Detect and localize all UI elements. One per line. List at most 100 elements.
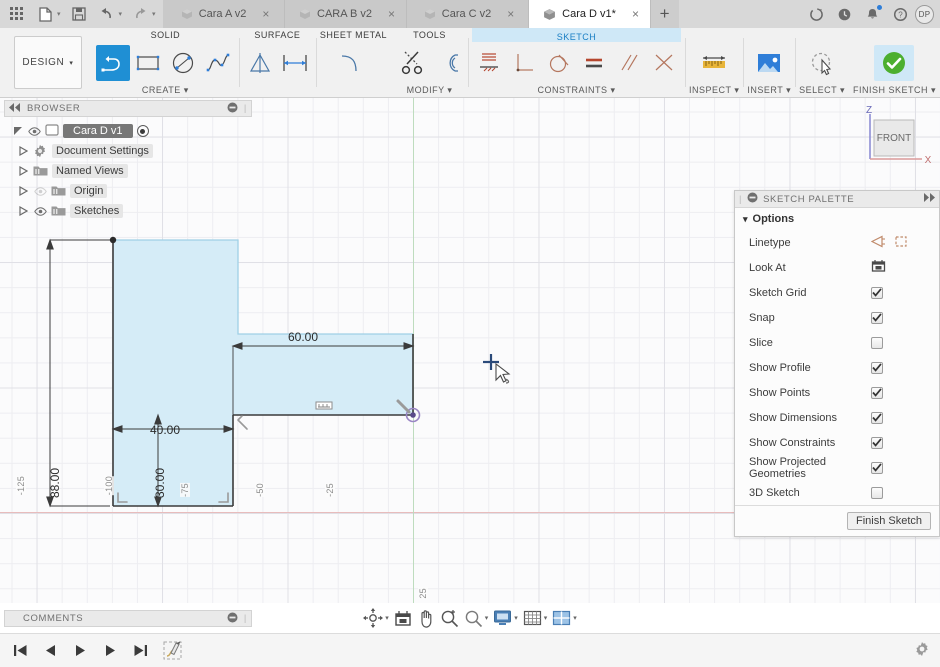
grid-snaps-button[interactable]: ▾ <box>521 607 550 629</box>
expand-triangle-icon[interactable] <box>18 186 29 197</box>
zoom-button[interactable] <box>438 607 461 629</box>
zoom-window-caret-icon[interactable]: ▾ <box>485 614 489 622</box>
show-points-checkbox[interactable] <box>871 386 883 399</box>
viewports-caret-icon[interactable]: ▾ <box>573 614 577 622</box>
section-caret-icon[interactable]: ▾ <box>743 214 748 225</box>
add-tab-button[interactable]: + <box>650 0 679 28</box>
document-tab-close-icon[interactable]: × <box>262 8 269 20</box>
expand-triangle-icon[interactable] <box>18 166 29 177</box>
offset-plane-tool-icon[interactable] <box>278 45 312 81</box>
sketch-feature-icon[interactable] <box>160 640 186 662</box>
orbit-caret-icon[interactable]: ▾ <box>385 614 389 622</box>
offset-tool-icon[interactable] <box>430 45 464 81</box>
ribbon-tab-sketch[interactable]: SKETCH <box>472 28 682 42</box>
show-projected-geometries-checkbox[interactable] <box>871 461 883 474</box>
settings-gear-icon[interactable] <box>914 641 930 660</box>
3d-sketch-checkbox[interactable] <box>871 486 883 499</box>
view-cube[interactable]: FRONT Z X <box>850 104 934 180</box>
tree-item-document-settings[interactable]: Document Settings <box>4 141 252 161</box>
parallel-constraint-icon[interactable] <box>612 45 646 81</box>
spline-tool-icon[interactable] <box>201 45 235 81</box>
zoom-window-button[interactable]: ▾ <box>462 607 491 629</box>
slice-checkbox[interactable] <box>871 336 883 349</box>
palette-section-options[interactable]: ▾ Options <box>735 208 939 230</box>
tree-item-sketches[interactable]: Sketches <box>4 201 252 221</box>
display-settings-caret-icon[interactable]: ▾ <box>514 614 518 622</box>
linetype-normal-icon[interactable] <box>870 235 886 251</box>
finish-sketch-button[interactable]: Finish Sketch <box>846 512 931 530</box>
avatar[interactable]: DP <box>915 4 934 24</box>
orbit-button[interactable]: ▾ <box>361 607 391 629</box>
ribbon-tab-surface[interactable]: SURFACE <box>243 28 312 42</box>
circle-tool-icon[interactable] <box>166 45 200 81</box>
perpendicular-constraint-icon[interactable] <box>507 45 541 81</box>
finish-sketch-tool-icon[interactable] <box>874 44 915 81</box>
recent-activity-icon[interactable] <box>831 1 857 27</box>
lookat-button[interactable] <box>871 259 886 276</box>
redo-icon[interactable] <box>127 1 153 27</box>
measure-tool-icon[interactable] <box>697 45 731 81</box>
tree-item-named-views[interactable]: Named Views <box>4 161 252 181</box>
sketch-dimension-tool-icon[interactable] <box>472 45 506 81</box>
ribbon-group-finish-label[interactable]: FINISH SKETCH ▾ <box>853 83 936 97</box>
undo-caret-icon[interactable]: ▾ <box>119 10 123 18</box>
document-tab-0[interactable]: Cara A v2 × <box>162 0 285 28</box>
ribbon-group-tools-label[interactable]: MODIFY ▾ <box>395 83 464 97</box>
insert-image-tool-icon[interactable] <box>752 45 786 81</box>
browser-options-icon[interactable] <box>227 102 238 116</box>
document-tab-close-icon[interactable]: × <box>388 8 395 20</box>
visibility-eye-icon[interactable] <box>33 206 47 216</box>
equal-constraint-icon[interactable] <box>577 45 611 81</box>
document-tab-close-icon[interactable]: × <box>632 8 639 20</box>
jump-to-end-button[interactable] <box>130 644 150 657</box>
tree-item-root[interactable]: Cara D v1 <box>4 121 252 141</box>
browser-collapse-icon[interactable] <box>9 102 21 115</box>
pan-button[interactable] <box>415 607 437 629</box>
undo-icon[interactable] <box>94 1 120 27</box>
redo-caret-icon[interactable]: ▾ <box>152 10 156 18</box>
new-file-icon[interactable] <box>32 1 58 27</box>
app-grid-icon[interactable] <box>4 1 30 27</box>
expand-triangle-icon[interactable] <box>18 206 29 217</box>
document-tab-1[interactable]: CARA B v2 × <box>284 0 407 28</box>
viewports-button[interactable]: ▾ <box>550 607 579 629</box>
document-tab-2[interactable]: Cara C v2 × <box>406 0 529 28</box>
step-back-button[interactable] <box>40 644 60 657</box>
coincident-constraint-icon[interactable] <box>647 45 681 81</box>
ribbon-tab-solid[interactable]: SOLID <box>96 28 235 42</box>
visibility-eye-icon[interactable] <box>33 186 47 196</box>
expand-triangle-icon[interactable] <box>18 146 29 157</box>
document-tab-3[interactable]: Cara D v1* × <box>528 0 651 28</box>
document-tab-close-icon[interactable]: × <box>507 8 514 20</box>
linetype-construction-icon[interactable] <box>894 235 908 251</box>
snap-checkbox[interactable] <box>871 311 883 324</box>
palette-collapse-icon[interactable] <box>923 193 935 205</box>
ribbon-group-select-label[interactable]: SELECT ▾ <box>799 83 845 97</box>
tree-item-origin[interactable]: Origin <box>4 181 252 201</box>
ribbon-tab-sheetmetal[interactable]: SHEET METAL <box>320 28 387 42</box>
ribbon-group-constraints-label[interactable]: CONSTRAINTS ▾ <box>472 83 681 97</box>
browser-resize-handle[interactable]: | <box>244 103 247 114</box>
sketch-grid-checkbox[interactable] <box>871 286 883 299</box>
fillet-tool-icon[interactable] <box>336 45 370 81</box>
step-forward-button[interactable] <box>100 644 120 657</box>
ribbon-group-create-label[interactable]: CREATE ▾ <box>96 83 235 97</box>
ribbon-group-insert-label[interactable]: INSERT ▾ <box>747 83 791 97</box>
notifications-icon[interactable] <box>859 1 885 27</box>
palette-options-icon[interactable] <box>747 192 758 206</box>
play-button[interactable] <box>70 644 90 657</box>
rectangle-tool-icon[interactable] <box>131 45 165 81</box>
visibility-eye-icon[interactable] <box>27 126 41 136</box>
show-constraints-checkbox[interactable] <box>871 436 883 449</box>
help-icon[interactable]: ? <box>887 1 913 27</box>
save-icon[interactable] <box>66 1 92 27</box>
show-profile-checkbox[interactable] <box>871 361 883 374</box>
palette-resize-handle[interactable]: | <box>739 194 742 205</box>
activate-component-radio[interactable] <box>136 125 149 137</box>
display-settings-button[interactable]: ▾ <box>491 607 520 629</box>
workspace-selector-button[interactable]: DESIGN ▾ <box>14 36 82 89</box>
new-file-caret-icon[interactable]: ▾ <box>57 10 61 18</box>
select-tool-icon[interactable] <box>805 45 839 81</box>
show-dimensions-checkbox[interactable] <box>871 411 883 424</box>
ribbon-group-inspect-label[interactable]: INSPECT ▾ <box>689 83 739 97</box>
